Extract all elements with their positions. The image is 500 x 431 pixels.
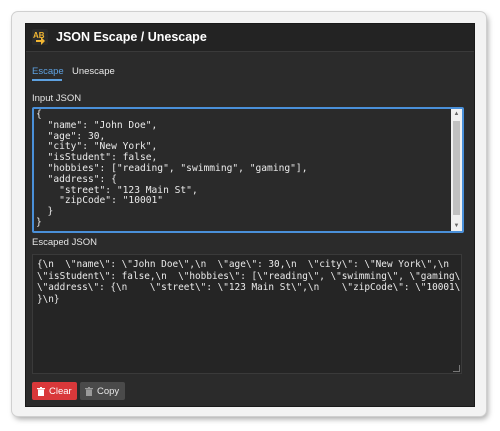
clear-button[interactable]: Clear: [32, 382, 77, 400]
app-logo-icon: AB: [32, 29, 48, 45]
escaped-json-label: Escaped JSON: [32, 237, 97, 248]
tab-escape[interactable]: Escape: [32, 66, 64, 81]
escaped-json-text: {\n \"name\": \"John Doe\",\n \"age\": 3…: [37, 259, 461, 305]
tab-escape-label: Escape: [32, 66, 64, 77]
escaped-json-textarea[interactable]: {\n \"name\": \"John Doe\",\n \"age\": 3…: [32, 254, 462, 374]
title-bar: AB JSON Escape / Unescape: [26, 24, 474, 52]
clear-button-label: Clear: [49, 385, 72, 397]
input-scrollbar[interactable]: ▲ ▼: [451, 109, 462, 231]
input-json-text: { "name": "John Doe", "age": 30, "city":…: [36, 109, 308, 228]
scroll-thumb[interactable]: [453, 121, 460, 215]
tab-unescape-label: Unescape: [72, 66, 115, 77]
trash-icon: [85, 386, 93, 396]
tab-unescape[interactable]: Unescape: [72, 66, 115, 77]
scroll-down-arrow-icon[interactable]: ▼: [451, 221, 462, 231]
svg-text:AB: AB: [33, 31, 45, 40]
resize-grip-icon[interactable]: [453, 365, 460, 372]
window-title: JSON Escape / Unescape: [56, 30, 207, 44]
copy-button-label: Copy: [97, 385, 120, 397]
active-tab-indicator: [32, 79, 62, 81]
input-json-textarea[interactable]: { "name": "John Doe", "age": 30, "city":…: [32, 107, 464, 233]
scroll-up-arrow-icon[interactable]: ▲: [451, 109, 462, 119]
trash-icon: [37, 386, 45, 396]
copy-button[interactable]: Copy: [80, 382, 125, 400]
input-json-label: Input JSON: [32, 93, 82, 104]
app-window: AB JSON Escape / Unescape Escape Unescap…: [26, 24, 474, 406]
